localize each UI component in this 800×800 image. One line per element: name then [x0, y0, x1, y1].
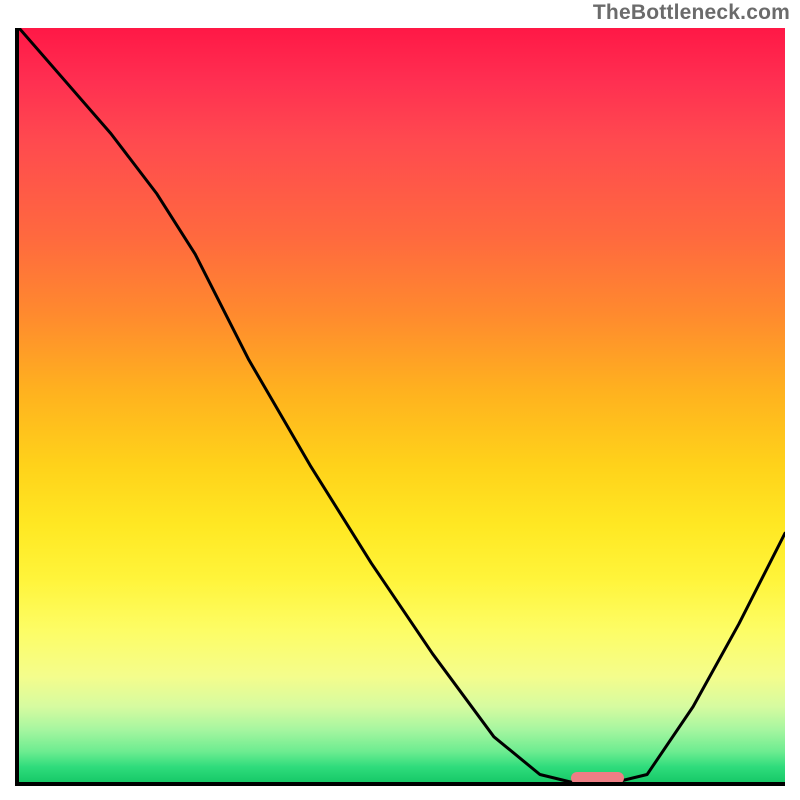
watermark-text: TheBottleneck.com: [593, 2, 790, 23]
gradient-background: [19, 28, 785, 782]
chart-container: TheBottleneck.com: [0, 0, 800, 800]
